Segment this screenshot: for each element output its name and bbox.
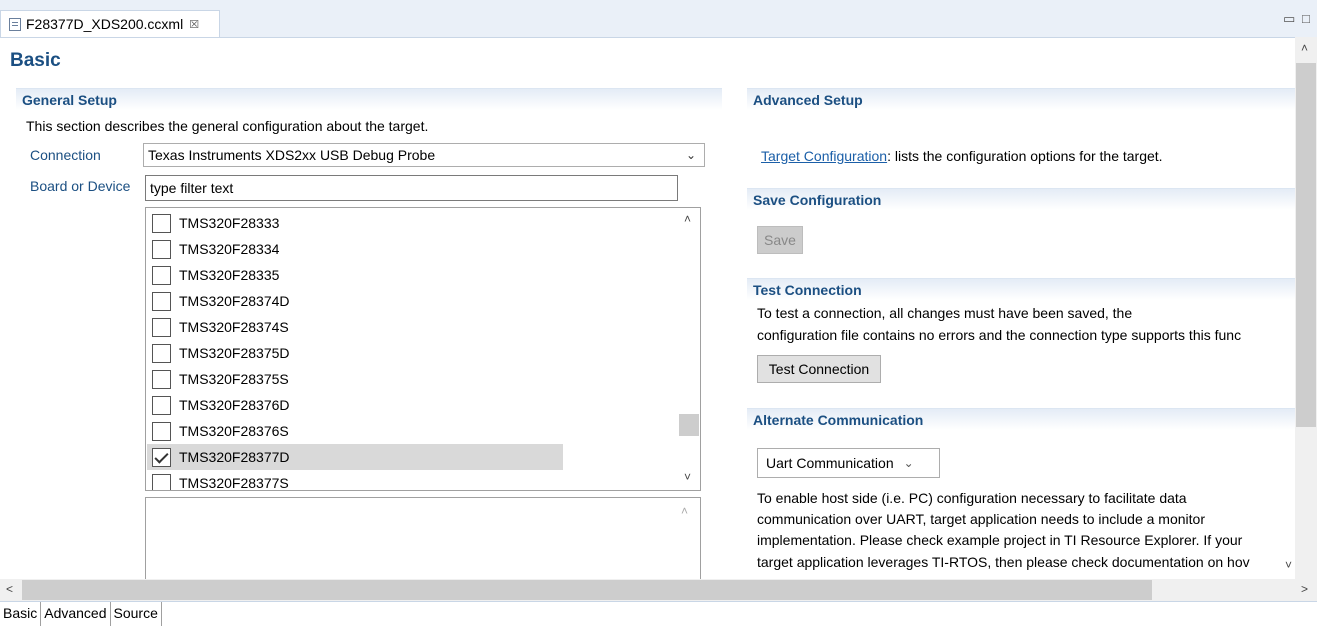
device-checkbox-checked[interactable]	[152, 447, 171, 467]
device-name: TMS320F28377D	[179, 449, 290, 465]
test-connection-button[interactable]: Test Connection	[757, 355, 881, 383]
editor-tab-title: F28377D_XDS200.ccxml	[26, 16, 184, 32]
alternate-communication-value: Uart Communication	[766, 455, 894, 471]
device-row[interactable]: TMS320F28375D	[147, 340, 563, 366]
device-checkbox[interactable]	[152, 473, 171, 490]
chevron-up-icon[interactable]: ˄	[1301, 41, 1308, 55]
general-setup-heading: General Setup	[16, 88, 722, 110]
chevron-down-icon[interactable]: ˅	[684, 470, 691, 484]
save-configuration-heading: Save Configuration	[747, 188, 1295, 210]
device-row[interactable]: TMS320F28374D	[147, 288, 563, 314]
device-row[interactable]: TMS320F28335	[147, 262, 563, 288]
device-checkbox[interactable]	[152, 213, 171, 233]
device-name: TMS320F28375S	[179, 371, 289, 387]
test-connection-text-2: configuration file contains no errors an…	[757, 327, 1242, 343]
device-checkbox[interactable]	[152, 265, 171, 285]
chevron-down-icon: ⌄	[903, 456, 914, 470]
tab-basic[interactable]: Basic	[0, 602, 42, 626]
form-vertical-scroll-thumb[interactable]	[1296, 63, 1316, 427]
chevron-right-icon[interactable]: >	[1301, 582, 1308, 596]
tab-source[interactable]: Source	[111, 602, 162, 626]
save-button[interactable]: Save	[757, 226, 803, 254]
minimize-icon[interactable]: ▭	[1283, 11, 1295, 27]
device-row[interactable]: TMS320F28334	[147, 236, 563, 262]
device-list[interactable]: TMS320F28333 TMS320F28334 TMS320F28335 T…	[145, 207, 701, 491]
alternate-communication-heading: Alternate Communication	[747, 408, 1295, 430]
device-checkbox[interactable]	[152, 239, 171, 259]
chevron-left-icon[interactable]: <	[6, 582, 13, 596]
alternate-communication-text-4: target application leverages TI-RTOS, th…	[757, 554, 1250, 570]
file-icon	[9, 17, 21, 31]
device-name: TMS320F28374D	[179, 293, 290, 309]
connection-label: Connection	[30, 147, 101, 163]
alternate-communication-text-2: communication over UART, target applicat…	[757, 511, 1205, 527]
device-checkbox[interactable]	[152, 421, 171, 441]
device-list-scroll-thumb[interactable]	[679, 414, 699, 436]
form-horizontal-scrollbar[interactable]: < >	[0, 579, 1317, 601]
device-name: TMS320F28375D	[179, 345, 290, 361]
device-checkbox[interactable]	[152, 369, 171, 389]
device-name: TMS320F28374S	[179, 319, 289, 335]
device-checkbox[interactable]	[152, 291, 171, 311]
device-checkbox[interactable]	[152, 317, 171, 337]
test-connection-heading: Test Connection	[747, 278, 1295, 300]
test-connection-text-1: To test a connection, all changes must h…	[757, 305, 1133, 321]
connection-select-value: Texas Instruments XDS2xx USB Debug Probe	[148, 147, 436, 163]
device-checkbox[interactable]	[152, 343, 171, 363]
alternate-communication-select[interactable]: Uart Communication ⌄	[757, 448, 940, 478]
target-configuration-link[interactable]: Target Configuration	[761, 148, 887, 164]
close-icon[interactable]: ☒	[189, 18, 199, 31]
device-name: TMS320F28376S	[179, 423, 289, 439]
form-horizontal-scroll-thumb[interactable]	[22, 580, 1152, 600]
device-row[interactable]: TMS320F28377S	[147, 470, 563, 491]
advanced-setup-heading: Advanced Setup	[747, 88, 1295, 110]
device-name: TMS320F28334	[179, 241, 280, 257]
device-row[interactable]: TMS320F28375S	[147, 366, 563, 392]
device-name: TMS320F28376D	[179, 397, 290, 413]
device-name: TMS320F28335	[179, 267, 280, 283]
device-row[interactable]: TMS320F28333	[147, 210, 563, 236]
device-filter-input[interactable]	[145, 175, 678, 201]
device-name: TMS320F28333	[179, 215, 280, 231]
connection-select[interactable]: Texas Instruments XDS2xx USB Debug Probe…	[143, 143, 705, 167]
device-description-box: ˄	[145, 497, 701, 582]
device-row[interactable]: TMS320F28376D	[147, 392, 563, 418]
device-list-scrollbar[interactable]: ˄ ˅	[678, 208, 700, 490]
chevron-down-icon: ⌄	[685, 148, 696, 162]
target-configuration-description: : lists the configuration options for th…	[887, 148, 1163, 164]
device-name: TMS320F28377S	[179, 475, 289, 491]
device-row[interactable]: TMS320F28374S	[147, 314, 563, 340]
alternate-communication-text-3: implementation. Please check example pro…	[757, 532, 1243, 548]
device-checkbox[interactable]	[152, 395, 171, 415]
device-row[interactable]: TMS320F28376S	[147, 418, 563, 444]
chevron-up-icon[interactable]: ˄	[681, 504, 688, 518]
page-title: Basic	[10, 50, 61, 71]
editor-tab-ccxml[interactable]: F28377D_XDS200.ccxml ☒	[0, 10, 220, 37]
tab-advanced[interactable]: Advanced	[41, 602, 111, 626]
maximize-icon[interactable]: □	[1302, 11, 1310, 26]
chevron-down-icon[interactable]: ˅	[1285, 558, 1292, 572]
chevron-up-icon[interactable]: ˄	[684, 212, 691, 226]
alternate-communication-text-1: To enable host side (i.e. PC) configurat…	[757, 490, 1187, 506]
board-device-label: Board or Device	[30, 178, 131, 194]
bottom-tabs: Basic Advanced Source	[0, 601, 1317, 628]
device-row-selected[interactable]: TMS320F28377D	[147, 444, 563, 470]
general-setup-description: This section describes the general confi…	[26, 118, 429, 134]
form-vertical-scrollbar[interactable]: ˄	[1295, 37, 1317, 579]
target-configuration-line: Target Configuration: lists the configur…	[761, 148, 1163, 164]
